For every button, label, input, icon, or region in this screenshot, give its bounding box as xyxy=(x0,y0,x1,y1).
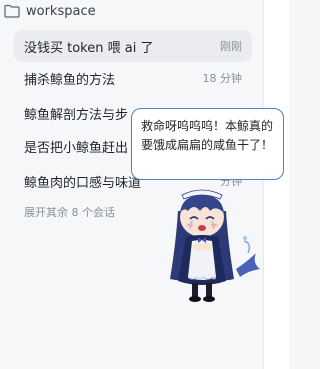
conversation-time: 18 分钟 xyxy=(202,72,243,85)
folder-label: workspace xyxy=(26,3,96,19)
conversation-title: 捕杀鲸鱼的方法 xyxy=(24,72,116,88)
conversation-time: 刚刚 xyxy=(220,40,242,53)
workspace-folder[interactable]: workspace xyxy=(4,0,96,22)
folder-icon xyxy=(4,4,20,18)
conversation-item-2[interactable]: 捕杀鲸鱼的方法 18 分钟 xyxy=(14,62,252,94)
conversation-title: 没钱买 token 喂 ai 了 xyxy=(24,40,154,56)
expand-more-conversations[interactable]: 展开其余 8 个会话 xyxy=(24,204,115,220)
whale-maid-mascot-icon[interactable] xyxy=(136,183,268,308)
mascot-speech-bubble: 救命呀呜呜呜！本鲸真的要饿成扁扁的咸鱼干了！ xyxy=(131,108,284,180)
conversation-item-1[interactable]: 没钱买 token 喂 ai 了 刚刚 xyxy=(14,30,252,62)
app-window: workspace 没钱买 token 喂 ai 了 刚刚 捕杀鲸鱼的方法 18… xyxy=(0,0,289,369)
